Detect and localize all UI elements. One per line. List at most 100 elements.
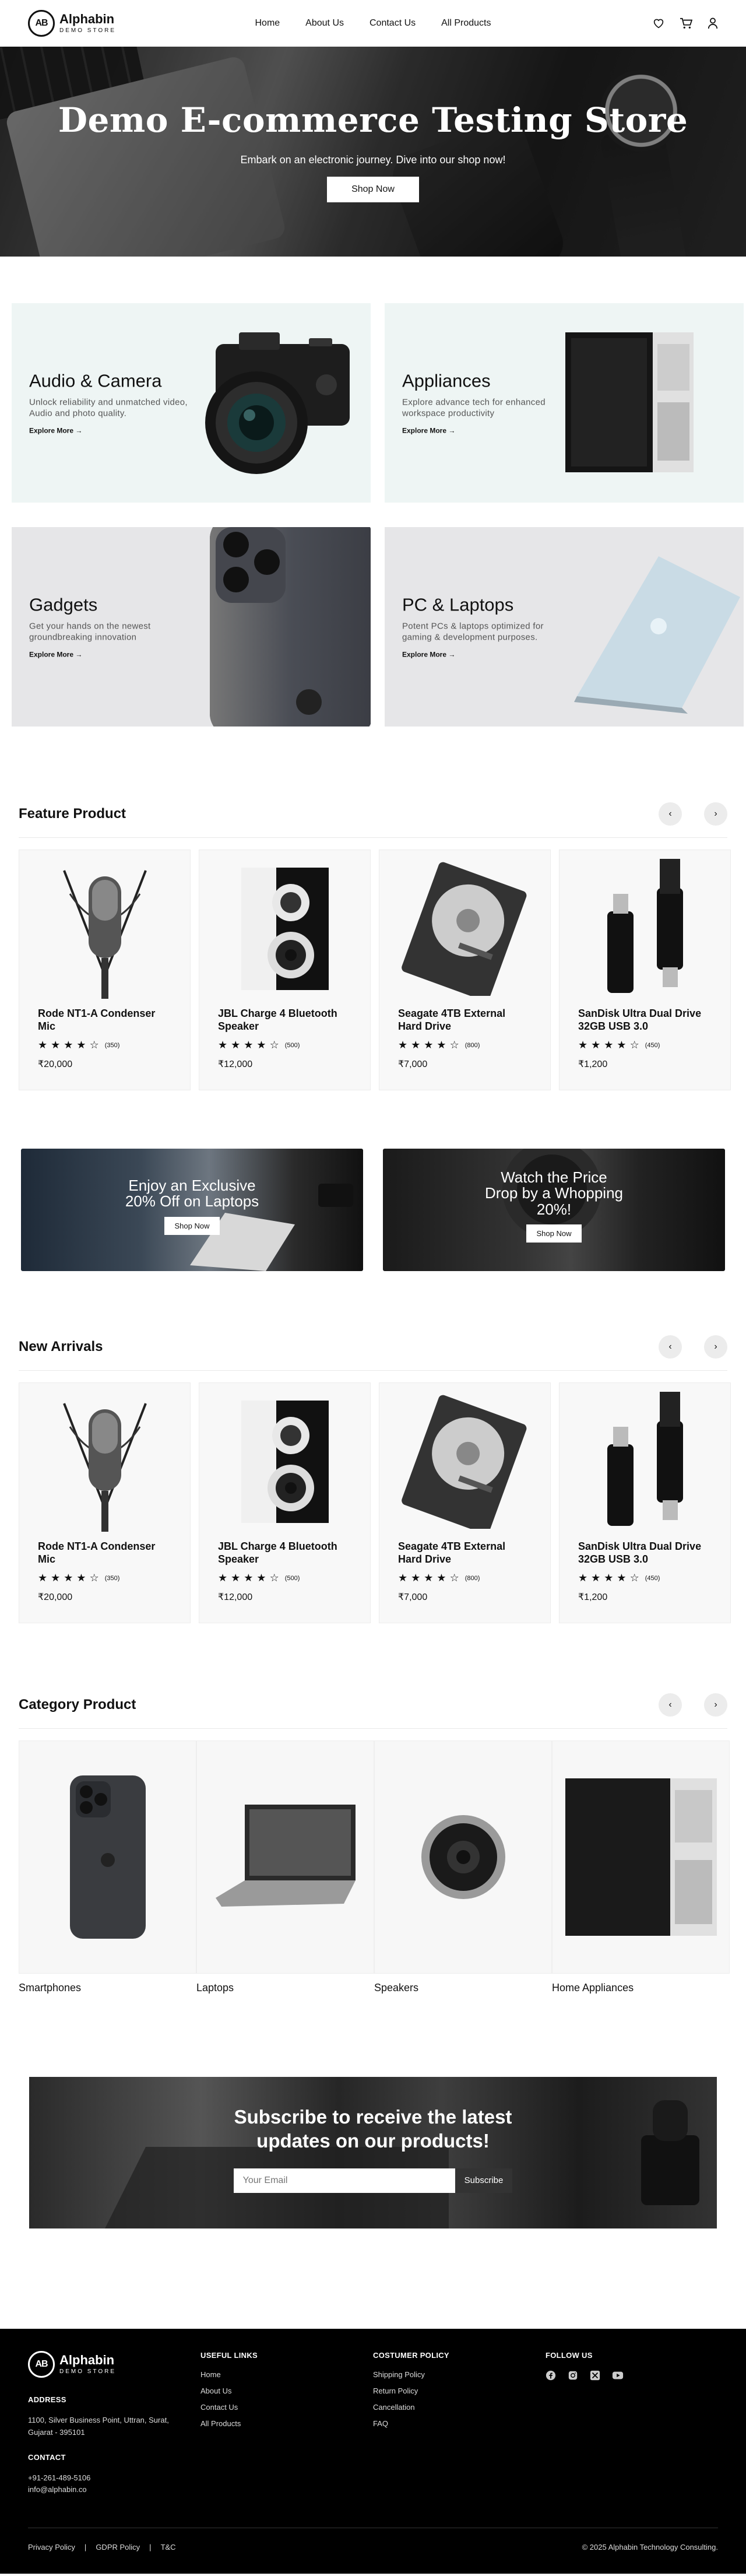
category-laptops[interactable]: Laptops [196, 1740, 374, 1994]
product-name[interactable]: Rode NT1-A Condenser Mic [38, 1008, 171, 1033]
product-card[interactable]: Rode NT1-A Condenser Mic ★ ★ ★ ★ ☆ (350) ₹20,00… [19, 850, 191, 1090]
chevron-right-icon[interactable]: › [704, 1335, 727, 1359]
main-menu: Home About Us Contact Us All Products [255, 18, 491, 29]
product-name[interactable]: Rode NT1-A Condenser Mic [38, 1540, 171, 1566]
tile-audio-camera[interactable]: Audio & Camera Unlock reliability and un… [12, 303, 371, 503]
product-card[interactable]: Seagate 4TB External Hard Drive ★ ★ ★ ★ ☆ (800… [379, 1382, 551, 1623]
category-home-appliances[interactable]: Home Appliances [552, 1740, 730, 1994]
chevron-right-icon[interactable]: › [704, 1693, 727, 1717]
hero-shop-now-button[interactable]: Shop Now [327, 177, 419, 202]
camera-image [205, 332, 350, 474]
nav-home[interactable]: Home [255, 18, 280, 29]
product-card[interactable]: JBL Charge 4 Bluetooth Speaker ★ ★ ★ ★ ☆ (500)… [199, 1382, 371, 1623]
contact-email[interactable]: info@alphabin.co [28, 2484, 200, 2496]
review-count: (350) [104, 1041, 120, 1049]
explore-more-link[interactable]: Explore More → [402, 426, 455, 434]
tile-title: PC & Laptops [402, 594, 514, 615]
review-count: (450) [645, 1041, 660, 1049]
footer-link-contact-us[interactable]: Contact Us [200, 2403, 373, 2412]
category-name: Home Appliances [552, 1982, 634, 1994]
product-name[interactable]: JBL Charge 4 Bluetooth Speaker [218, 1008, 351, 1033]
footer-link-faq[interactable]: FAQ [373, 2419, 546, 2428]
explore-more-link[interactable]: Explore More → [402, 650, 455, 658]
star-filled-icon: ★ [231, 1039, 241, 1051]
usb-drive-image [560, 850, 730, 1008]
cart-icon[interactable] [680, 17, 692, 29]
star-filled-icon: ★ [51, 1039, 61, 1051]
youtube-icon[interactable] [612, 2370, 624, 2384]
star-filled-icon: ★ [437, 1039, 446, 1051]
brand-logo[interactable]: AB Alphabin DEMO STORE [28, 10, 116, 37]
product-card[interactable]: SanDisk Ultra Dual Drive 32GB USB 3.0 ★ ★ ★… [559, 850, 731, 1090]
star-empty-icon: ☆ [269, 1039, 279, 1051]
tile-pc-laptops[interactable]: PC & Laptops Potent PCs & laptops optimi… [385, 527, 744, 727]
speaker-image [199, 1383, 370, 1540]
nav-all-products[interactable]: All Products [441, 18, 491, 29]
star-filled-icon: ★ [256, 1039, 266, 1051]
product-carousel: Rode NT1-A Condenser Mic ★ ★ ★ ★ ☆ (350) ₹20,00… [0, 850, 746, 1090]
footer-link-all-products[interactable]: All Products [200, 2419, 373, 2428]
product-name[interactable]: SanDisk Ultra Dual Drive 32GB USB 3.0 [578, 1008, 712, 1033]
x-twitter-icon[interactable] [590, 2370, 600, 2384]
star-filled-icon: ★ [218, 1039, 228, 1051]
promo-banners: Enjoy an Exclusive 20% Off on Laptops Sh… [0, 1149, 746, 1271]
footer-link-return-policy[interactable]: Return Policy [373, 2387, 546, 2395]
footer-logo[interactable]: AB Alphabin DEMO STORE [28, 2351, 200, 2378]
nav-about-us[interactable]: About Us [305, 18, 344, 29]
chevron-left-icon[interactable]: ‹ [659, 802, 682, 826]
star-filled-icon: ★ [591, 1039, 601, 1051]
explore-more-link[interactable]: Explore More → [29, 650, 82, 658]
product-card[interactable]: Seagate 4TB External Hard Drive ★ ★ ★ ★ ☆ (800… [379, 850, 551, 1090]
user-icon[interactable] [708, 17, 718, 29]
footer-link-about-us[interactable]: About Us [200, 2387, 373, 2395]
subscribe-button[interactable]: Subscribe [455, 2168, 513, 2193]
heart-icon[interactable] [653, 18, 664, 29]
hero-title: Demo E-commerce Testing Store [58, 100, 688, 140]
product-name[interactable]: Seagate 4TB External Hard Drive [398, 1008, 532, 1033]
chevron-left-icon[interactable]: ‹ [659, 1335, 682, 1359]
promo-heading-line1: Watch the Price [501, 1168, 607, 1186]
star-filled-icon: ★ [398, 1039, 408, 1051]
star-filled-icon: ★ [604, 1572, 614, 1584]
product-card[interactable]: SanDisk Ultra Dual Drive 32GB USB 3.0 ★ ★ ★… [559, 1382, 731, 1623]
product-card[interactable]: Rode NT1-A Condenser Mic ★ ★ ★ ★ ☆ (350) ₹20,00… [19, 1382, 191, 1623]
tile-appliances[interactable]: Appliances Explore advance tech for enha… [385, 303, 744, 503]
top-nav: AB Alphabin DEMO STORE Home About Us Con… [0, 0, 746, 47]
product-card[interactable]: JBL Charge 4 Bluetooth Speaker ★ ★ ★ ★ ☆ (500)… [199, 850, 371, 1090]
email-input[interactable] [233, 2168, 455, 2193]
promo-shop-now-button[interactable]: Shop Now [526, 1224, 582, 1243]
tile-gadgets[interactable]: Gadgets Get your hands on the newest gro… [12, 527, 371, 727]
chevron-right-icon[interactable]: › [704, 802, 727, 826]
pc-tower-image [565, 332, 694, 472]
privacy-policy-link[interactable]: Privacy Policy [28, 2543, 75, 2552]
smartphone-image [210, 527, 371, 727]
explore-more-link[interactable]: Explore More → [29, 426, 82, 434]
category-speakers[interactable]: Speakers [374, 1740, 552, 1994]
contact-phone[interactable]: +91-261-489-5106 [28, 2472, 200, 2484]
promo-laptops[interactable]: Enjoy an Exclusive 20% Off on Laptops Sh… [21, 1149, 363, 1271]
terms-link[interactable]: T&C [161, 2543, 176, 2552]
star-filled-icon: ★ [218, 1572, 228, 1584]
promo-shop-now-button[interactable]: Shop Now [164, 1216, 220, 1235]
microphone-image [19, 850, 190, 1008]
promo-price-drop[interactable]: Watch the Price Drop by a Whopping 20%! … [383, 1149, 725, 1271]
facebook-icon[interactable] [546, 2370, 556, 2384]
category-smartphones[interactable]: Smartphones [19, 1740, 196, 1994]
logo-mark: AB [28, 10, 55, 37]
product-name[interactable]: JBL Charge 4 Bluetooth Speaker [218, 1540, 351, 1566]
logo-mark: AB [28, 2351, 55, 2378]
footer-link-cancellation[interactable]: Cancellation [373, 2403, 546, 2412]
instagram-icon[interactable] [568, 2370, 578, 2384]
promo-heading-line3: 20%! [536, 1200, 572, 1218]
chevron-left-icon[interactable]: ‹ [659, 1693, 682, 1717]
review-count: (800) [465, 1041, 480, 1049]
product-name[interactable]: SanDisk Ultra Dual Drive 32GB USB 3.0 [578, 1540, 712, 1566]
gdpr-policy-link[interactable]: GDPR Policy [96, 2543, 140, 2552]
footer-link-home[interactable]: Home [200, 2370, 373, 2379]
footer-link-shipping-policy[interactable]: Shipping Policy [373, 2370, 546, 2379]
product-name[interactable]: Seagate 4TB External Hard Drive [398, 1540, 532, 1566]
nav-contact-us[interactable]: Contact Us [370, 18, 416, 29]
brand-subtitle: DEMO STORE [59, 2368, 117, 2375]
star-filled-icon: ★ [244, 1572, 254, 1584]
tile-title: Gadgets [29, 594, 98, 615]
